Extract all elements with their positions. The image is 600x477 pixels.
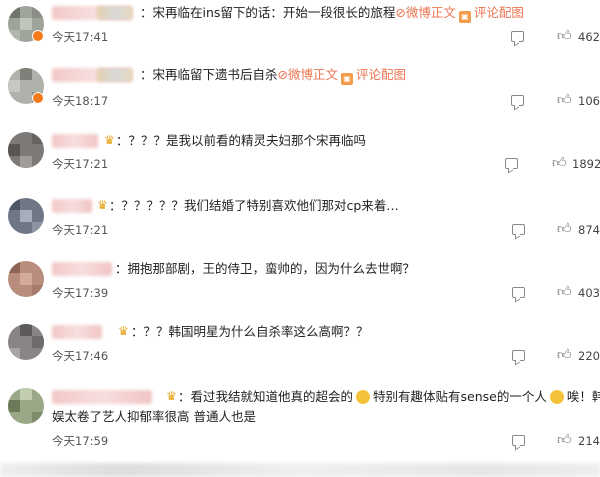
comment-row: ♛ ：？？？？？我们结婚了特别喜欢他们那对cp来着… 今天17:21 👍︎ 87… <box>0 192 600 252</box>
timestamp: 今天17:59 <box>52 434 109 448</box>
avatar[interactable] <box>8 388 44 424</box>
image-icon: ▣ <box>341 73 354 85</box>
next-comment-partial <box>0 463 600 477</box>
username-blurred[interactable] <box>52 390 152 404</box>
timestamp: 今天17:21 <box>52 157 109 171</box>
thumbs-up-icon[interactable]: 👍︎ <box>552 156 567 170</box>
verified-badge <box>32 30 44 42</box>
comment-row: ♛ ：看过我结就知道他真的超会的 特别有趣体贴有sense的一个人 唉！韩 娱太卷了… <box>0 382 600 460</box>
crown-icon: ♛ <box>118 324 129 338</box>
comment-icon[interactable] <box>512 350 525 361</box>
weibo-link[interactable]: 微博正文 <box>406 5 456 20</box>
username-blurred[interactable] <box>52 199 92 213</box>
avatar[interactable] <box>8 261 44 297</box>
thumbs-up-icon[interactable]: 👍︎ <box>557 222 572 236</box>
timestamp: 今天17:39 <box>52 286 109 300</box>
emoji-icon <box>549 390 564 404</box>
like-count: 106 <box>578 94 600 108</box>
comment-icon[interactable] <box>512 435 525 446</box>
thumbs-up-icon[interactable]: 👍︎ <box>557 433 572 447</box>
comment-icon[interactable] <box>512 224 525 235</box>
username-blurred[interactable] <box>52 134 98 148</box>
like-count: 220 <box>578 349 600 363</box>
link-icon: ⊘ <box>277 67 288 82</box>
comment-picture-link[interactable]: 评论配图 <box>474 5 524 20</box>
crown-icon: ♛ <box>97 198 108 212</box>
comment-text: ：？？？是我以前看的精灵夫妇那个宋再临吗 <box>116 133 367 148</box>
comment-text: ：宋再临在ins留下的话：开始一段很长的旅程⊘微博正文 ▣ 评论配图 <box>140 5 524 23</box>
avatar[interactable] <box>8 198 44 234</box>
like-count: 1892 <box>572 157 600 171</box>
avatar[interactable] <box>8 324 44 360</box>
like-count: 462 <box>578 30 600 44</box>
comment-text: ：？？？？？我们结婚了特别喜欢他们那对cp来着… <box>109 198 399 213</box>
like-count: 874 <box>578 223 600 237</box>
user-badges <box>97 68 133 82</box>
like-count: 403 <box>578 286 600 300</box>
comment-icon[interactable] <box>512 287 525 298</box>
username-blurred[interactable] <box>52 262 112 276</box>
comment-icon[interactable] <box>505 158 518 169</box>
timestamp: 今天18:17 <box>52 94 109 108</box>
comment-row: ：宋再临在ins留下的话：开始一段很长的旅程⊘微博正文 ▣ 评论配图 今天17:41… <box>0 0 600 60</box>
comment-picture-link[interactable]: 评论配图 <box>356 67 406 82</box>
comment-text: ：拥抱那部剧，王的侍卫，蛮帅的，因为什么去世啊？ <box>115 261 416 276</box>
emoji-icon <box>356 390 371 404</box>
thumbs-up-icon[interactable]: 👍︎ <box>557 348 572 362</box>
comment-text-line2: 娱太卷了艺人抑郁率很高 普通人也是 <box>52 409 256 424</box>
thumbs-up-icon[interactable]: 👍︎ <box>557 93 572 107</box>
user-badges <box>97 6 133 20</box>
timestamp: 今天17:21 <box>52 223 109 237</box>
comment-text: ：看过我结就知道他真的超会的 特别有趣体贴有sense的一个人 唉！韩 <box>178 389 600 404</box>
link-icon: ⊘ <box>395 5 406 20</box>
weibo-link[interactable]: 微博正文 <box>288 67 338 82</box>
comment-text: ：？？韩国明星为什么自杀率这么高啊？？ <box>131 324 369 339</box>
avatar[interactable] <box>8 132 44 168</box>
comment-icon[interactable] <box>511 31 524 42</box>
comment-row: ：宋再临留下遗书后自杀⊘微博正文 ▣ 评论配图 今天18:17 👍︎ 106 <box>0 62 600 122</box>
timestamp: 今天17:41 <box>52 30 109 44</box>
verified-badge <box>32 92 44 104</box>
like-count: 214 <box>578 434 600 448</box>
comment-text: ：宋再临留下遗书后自杀⊘微博正文 ▣ 评论配图 <box>140 67 407 85</box>
thumbs-up-icon[interactable]: 👍︎ <box>557 285 572 299</box>
crown-icon: ♛ <box>166 389 177 403</box>
comment-row: ：拥抱那部剧，王的侍卫，蛮帅的，因为什么去世啊？ 今天17:39 👍︎ 403 <box>0 255 600 315</box>
crown-icon: ♛ <box>104 133 115 147</box>
timestamp: 今天17:46 <box>52 349 109 363</box>
image-icon: ▣ <box>458 11 471 23</box>
thumbs-up-icon[interactable]: 👍︎ <box>557 29 572 43</box>
comment-row: ♛ ：？？？是我以前看的精灵夫妇那个宋再临吗 今天17:21 👍︎ 1892 <box>0 126 600 186</box>
username-blurred[interactable] <box>52 325 102 339</box>
comment-icon[interactable] <box>511 95 524 106</box>
comment-row: ♛ ：？？韩国明星为什么自杀率这么高啊？？ 今天17:46 👍︎ 220 <box>0 318 600 378</box>
